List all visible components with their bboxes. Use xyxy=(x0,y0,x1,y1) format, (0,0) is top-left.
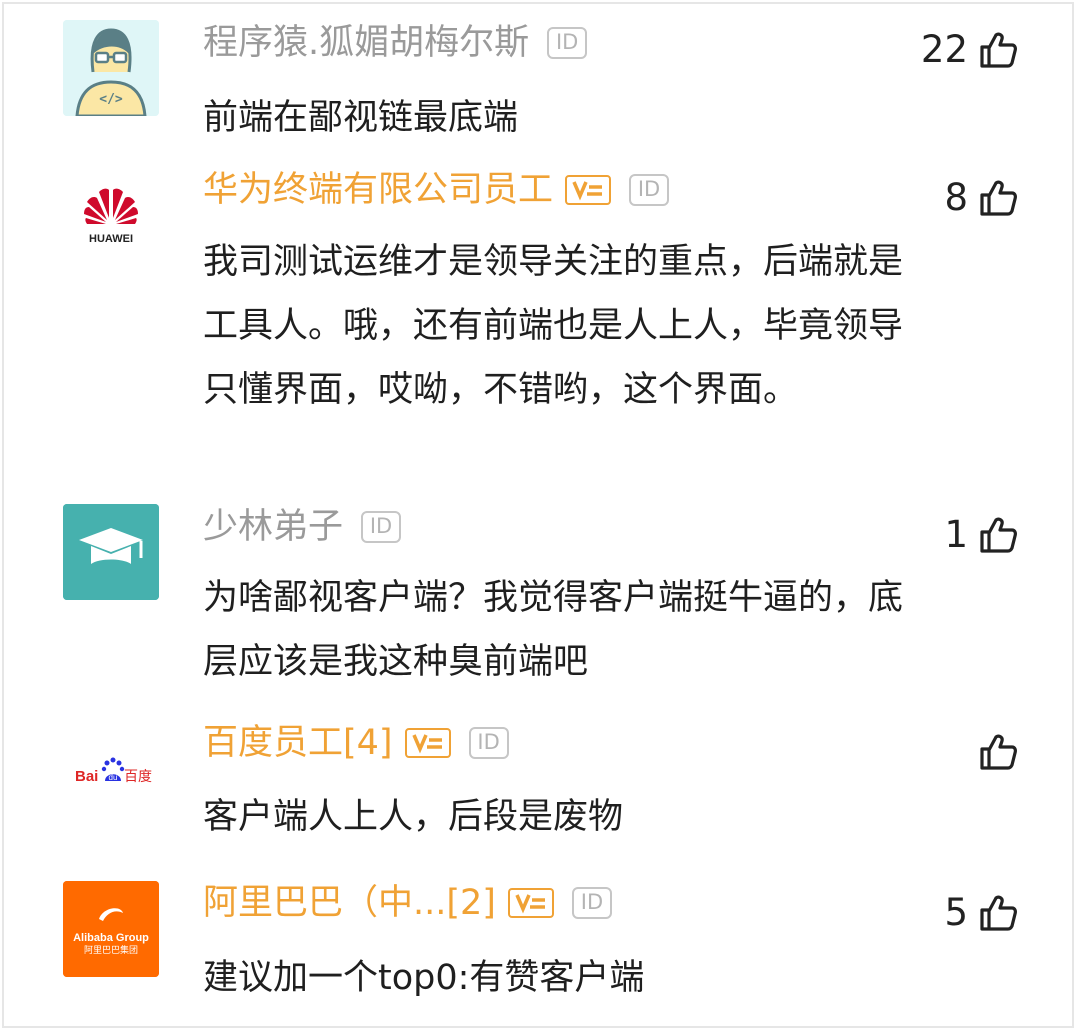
alibaba-logo-icon: Alibaba Group 阿里巴巴集团 xyxy=(63,881,159,977)
verified-v-icon xyxy=(507,888,554,918)
username[interactable]: 程序猿.狐媚胡梅尔斯 xyxy=(203,19,529,67)
username[interactable]: 华为终端有限公司员工 xyxy=(203,166,553,214)
comment-text: 为啥鄙视客户端？我觉得客户端挺牛逼的，底层应该是我这种臭前端吧 xyxy=(203,578,904,682)
avatar[interactable]: Alibaba Group 阿里巴巴集团 xyxy=(63,881,159,977)
svg-text:</>: </> xyxy=(99,92,123,107)
id-badge-icon: ID xyxy=(361,511,402,543)
comment-text: 前端在鄙视链最底端 xyxy=(203,98,519,138)
graduation-cap-icon xyxy=(63,504,159,600)
comment-list-frame xyxy=(2,2,1074,1028)
like-count: 8 xyxy=(944,176,968,219)
username-row: 华为终端有限公司员工 ID xyxy=(203,166,670,214)
like-count: 22 xyxy=(920,28,968,71)
id-badge-icon: ID xyxy=(571,887,612,919)
like-button[interactable]: 1 xyxy=(944,511,1018,559)
username-row: 少林弟子 ID xyxy=(203,503,402,551)
svg-text:百度: 百度 xyxy=(124,769,152,785)
thumbs-up-icon xyxy=(978,515,1018,555)
id-badge-icon: ID xyxy=(547,27,588,59)
svg-text:du: du xyxy=(109,773,118,782)
thumbs-up-icon xyxy=(978,178,1018,218)
avatar[interactable]: HUAWEI xyxy=(63,166,159,262)
like-button[interactable] xyxy=(968,728,1018,776)
svg-text:HUAWEI: HUAWEI xyxy=(89,233,133,245)
baidu-logo-icon: Bai du 百度 xyxy=(75,757,152,785)
avatar[interactable] xyxy=(63,504,159,600)
comment-text: 我司测试运维才是领导关注的重点，后端就是工具人。哦，还有前端也是人上人，毕竟领导… xyxy=(203,242,904,410)
comment-text: 建议加一个top0:有赞客户端 xyxy=(203,958,645,998)
svg-text:Bai: Bai xyxy=(75,768,98,785)
thumbs-up-icon xyxy=(978,732,1018,772)
username-row: 阿里巴巴（中...[2] ID xyxy=(203,879,612,927)
like-button[interactable]: 5 xyxy=(944,889,1018,937)
username-row: 百度员工[4] ID xyxy=(203,719,509,767)
username[interactable]: 阿里巴巴（中...[2] xyxy=(203,879,496,927)
programmer-avatar-icon: </> xyxy=(63,20,159,116)
huawei-logo-icon: HUAWEI xyxy=(84,188,138,245)
id-badge-icon: ID xyxy=(468,727,509,759)
verified-v-icon xyxy=(565,175,612,205)
verified-v-icon xyxy=(404,728,451,758)
thumbs-up-icon xyxy=(978,893,1018,933)
thumbs-up-icon xyxy=(978,30,1018,70)
svg-text:Alibaba Group: Alibaba Group xyxy=(73,932,149,944)
svg-text:阿里巴巴集团: 阿里巴巴集团 xyxy=(84,944,138,956)
username-row: 程序猿.狐媚胡梅尔斯 ID xyxy=(203,19,588,67)
username[interactable]: 百度员工[4] xyxy=(203,719,393,767)
avatar[interactable]: Bai du 百度 xyxy=(63,724,159,820)
like-count: 1 xyxy=(944,513,968,556)
comment-text: 客户端人上人，后段是废物 xyxy=(203,797,624,837)
avatar[interactable]: </> xyxy=(63,20,159,116)
like-button[interactable]: 22 xyxy=(921,26,1018,74)
like-button[interactable]: 8 xyxy=(944,174,1018,222)
username[interactable]: 少林弟子 xyxy=(203,503,343,551)
id-badge-icon: ID xyxy=(629,174,670,206)
like-count: 5 xyxy=(944,891,968,934)
